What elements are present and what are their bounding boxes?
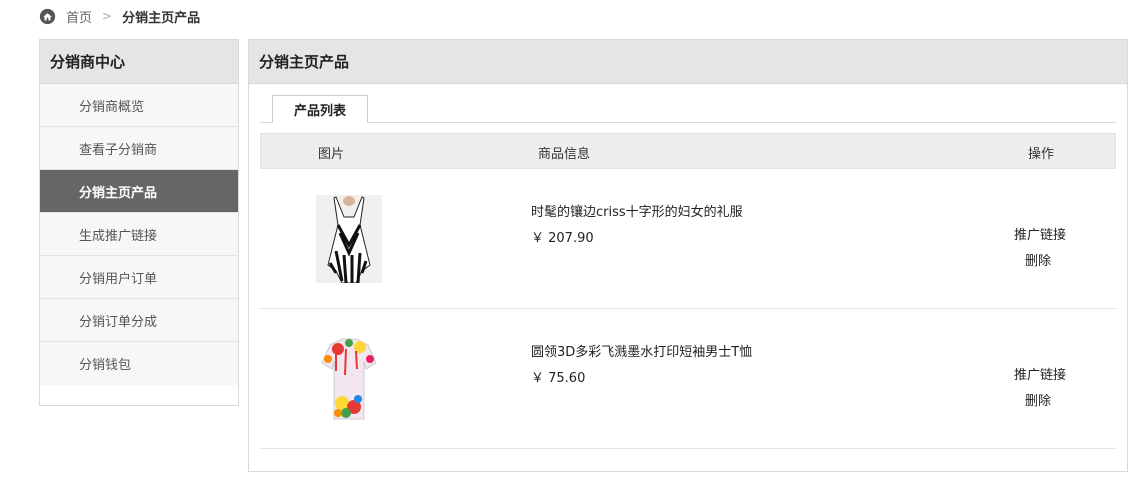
main-panel: 分销主页产品 产品列表 图片 商品信息 操作 时髦的镶边criss十字形的妇女的… xyxy=(248,39,1128,472)
tab-bar: 产品列表 xyxy=(260,95,1116,123)
tab-product-list[interactable]: 产品列表 xyxy=(272,95,368,123)
product-price: ￥ 75.60 xyxy=(531,371,586,386)
delete-button[interactable]: 删除 xyxy=(1025,390,1051,409)
product-price: ￥ 207.90 xyxy=(531,231,594,246)
delete-button[interactable]: 删除 xyxy=(1025,250,1051,269)
sidebar-item-generate-link[interactable]: 生成推广链接 xyxy=(40,213,238,256)
sidebar-item-overview[interactable]: 分销商概览 xyxy=(40,84,238,127)
sidebar-item-order-commission[interactable]: 分销订单分成 xyxy=(40,299,238,342)
panel-title: 分销主页产品 xyxy=(249,40,1127,84)
home-icon[interactable] xyxy=(39,8,56,25)
product-table: 图片 商品信息 操作 时髦的镶边criss十字形的妇女的礼服 ￥ 207.90 … xyxy=(260,133,1116,449)
breadcrumb-home-link[interactable]: 首页 xyxy=(66,7,92,26)
product-name[interactable]: 时髦的镶边criss十字形的妇女的礼服 xyxy=(531,201,743,220)
table-header: 图片 商品信息 操作 xyxy=(260,133,1116,169)
sidebar-item-sub-distributors[interactable]: 查看子分销商 xyxy=(40,127,238,170)
breadcrumb: 首页 > 分销主页产品 xyxy=(39,6,200,26)
promote-link-button[interactable]: 推广链接 xyxy=(1014,224,1066,243)
breadcrumb-current: 分销主页产品 xyxy=(122,10,201,26)
sidebar-title: 分销商中心 xyxy=(40,40,238,84)
column-header-actions: 操作 xyxy=(1028,146,1055,162)
column-header-image: 图片 xyxy=(318,146,345,162)
sidebar-item-wallet[interactable]: 分销钱包 xyxy=(40,342,238,385)
sidebar: 分销商中心 分销商概览 查看子分销商 分销主页产品 生成推广链接 分销用户订单 … xyxy=(39,39,239,406)
sidebar-item-user-orders[interactable]: 分销用户订单 xyxy=(40,256,238,299)
table-row: 圆领3D多彩飞溅墨水打印短袖男士T恤 ￥ 75.60 推广链接 删除 xyxy=(260,309,1116,449)
table-row: 时髦的镶边criss十字形的妇女的礼服 ￥ 207.90 推广链接 删除 xyxy=(260,169,1116,309)
breadcrumb-separator: > xyxy=(102,9,113,23)
product-name[interactable]: 圆领3D多彩飞溅墨水打印短袖男士T恤 xyxy=(531,341,752,360)
promote-link-button[interactable]: 推广链接 xyxy=(1014,364,1066,383)
table-body: 时髦的镶边criss十字形的妇女的礼服 ￥ 207.90 推广链接 删除 圆领3… xyxy=(260,169,1116,449)
sidebar-item-home-products[interactable]: 分销主页产品 xyxy=(40,170,238,213)
column-header-info: 商品信息 xyxy=(538,146,591,162)
paint-splash-tshirt-icon[interactable] xyxy=(316,335,382,423)
striped-dress-icon[interactable] xyxy=(316,195,382,283)
